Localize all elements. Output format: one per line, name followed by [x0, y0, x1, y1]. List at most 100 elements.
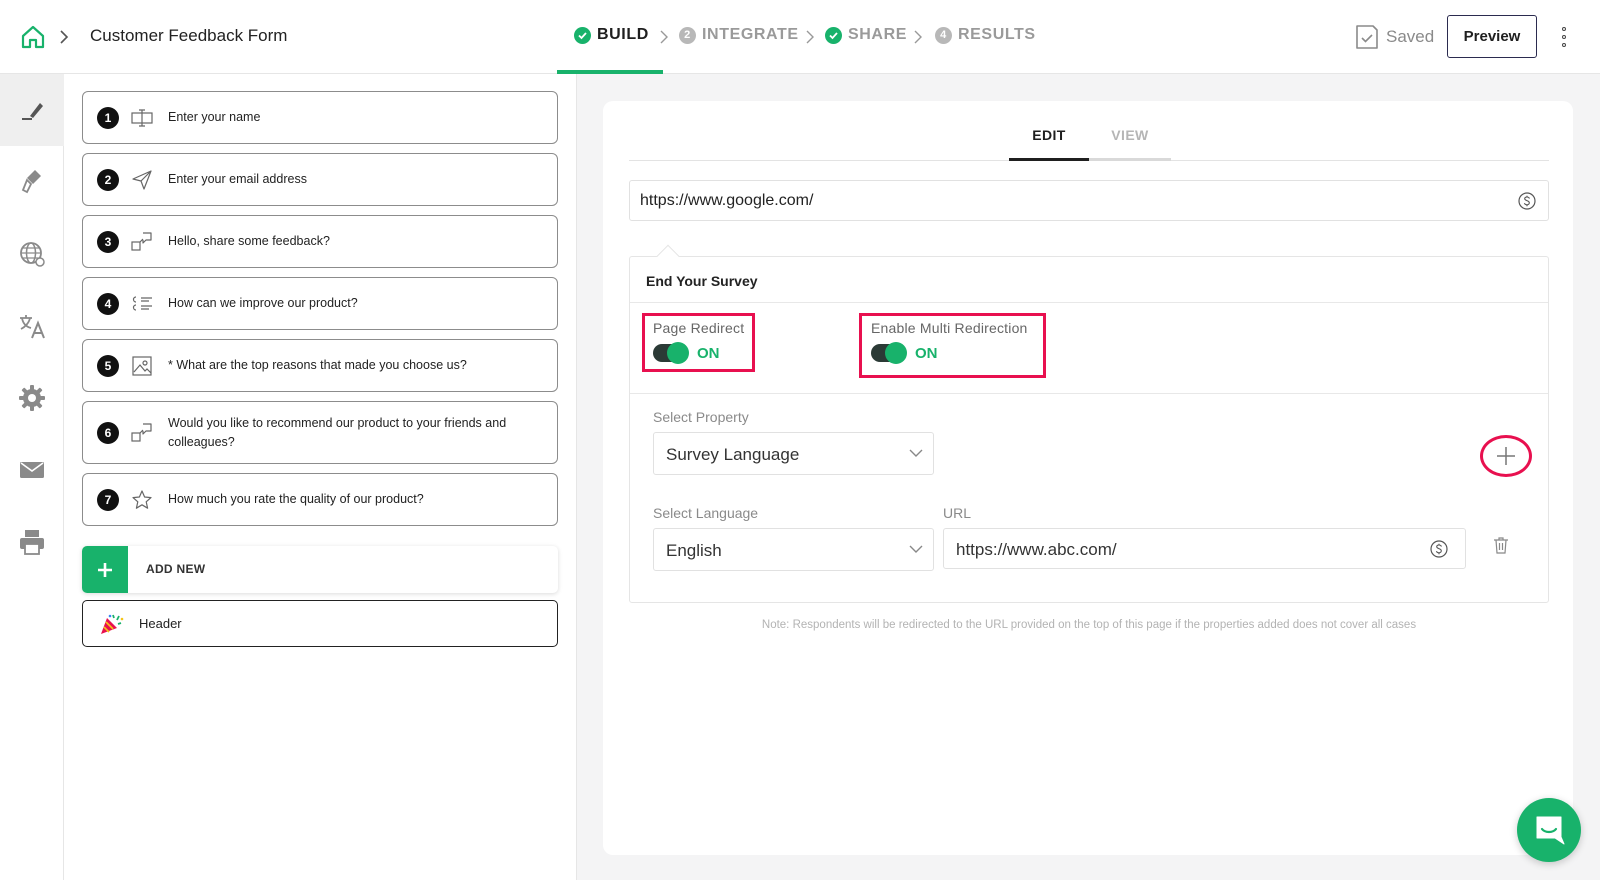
side-rail: [0, 74, 64, 880]
question-card[interactable]: 3 Hello, share some feedback?: [82, 215, 558, 268]
question-number: 1: [97, 107, 119, 129]
rail-print[interactable]: [0, 506, 64, 578]
question-number: 6: [97, 422, 119, 444]
question-number: 7: [97, 489, 119, 511]
select-language-label: Select Language: [653, 505, 759, 521]
rail-settings[interactable]: [0, 362, 64, 434]
form-title[interactable]: Customer Feedback Form: [90, 26, 287, 46]
tab-view[interactable]: VIEW: [1089, 127, 1171, 161]
language-url-input[interactable]: https://www.abc.com/: [943, 528, 1466, 569]
highlight-box: [859, 313, 1046, 378]
select-property-dropdown[interactable]: Survey Language: [653, 432, 934, 475]
redirect-url-value: https://www.google.com/: [640, 192, 814, 209]
question-card[interactable]: 5 * What are the top reasons that made y…: [82, 339, 558, 392]
chevron-right-icon: [660, 30, 668, 44]
star-icon: [132, 490, 152, 509]
chat-icon: [1536, 816, 1565, 845]
mail-icon: [20, 462, 44, 478]
step-number-badge: 4: [935, 26, 952, 44]
globe-icon: [20, 242, 45, 267]
end-survey-panel: End Your Survey Page Redirect ON Enable …: [629, 244, 1549, 603]
chevron-right-icon: [806, 30, 814, 44]
text-input-icon: [131, 109, 153, 127]
rail-web[interactable]: [0, 218, 64, 290]
saved-status: Saved: [1386, 27, 1435, 46]
variable-icon[interactable]: [1518, 192, 1536, 210]
rail-translate[interactable]: [0, 290, 64, 362]
step-number-badge: 2: [679, 26, 696, 44]
rail-edit[interactable]: [0, 74, 64, 146]
step-results-label: RESULTS: [958, 26, 1036, 43]
select-property-label: Select Property: [653, 409, 749, 425]
question-text: * What are the top reasons that made you…: [168, 358, 467, 372]
trash-icon[interactable]: [1493, 536, 1509, 554]
preview-button[interactable]: Preview: [1447, 15, 1537, 58]
question-number: 2: [97, 169, 119, 191]
caret-pointer: [656, 244, 680, 268]
chevron-down-icon: [909, 545, 923, 553]
settings-icon: [19, 385, 45, 411]
question-number: 3: [97, 231, 119, 253]
highlight-box: [642, 313, 755, 372]
url-label: URL: [943, 505, 972, 521]
edit-icon: [22, 103, 43, 120]
rail-design[interactable]: [0, 146, 64, 218]
question-number: 5: [97, 355, 119, 377]
chevron-right-icon: [914, 30, 922, 44]
select-language-dropdown[interactable]: English: [653, 528, 934, 571]
rail-email[interactable]: [0, 434, 64, 506]
language-url-value: https://www.abc.com/: [956, 540, 1117, 559]
step-build-label: BUILD: [597, 26, 649, 43]
divider: [630, 302, 1548, 303]
home-icon[interactable]: [20, 24, 46, 50]
question-list-panel: 1 Enter your name 2 Enter your email add…: [64, 74, 577, 880]
question-card[interactable]: 4 How can we improve our product?: [82, 277, 558, 330]
plus-icon: [82, 546, 128, 593]
step-share-label: SHARE: [848, 26, 908, 43]
party-popper-icon: [101, 614, 124, 634]
check-icon: [574, 26, 591, 44]
chat-support-button[interactable]: [1517, 798, 1581, 862]
end-screen-editor: EDIT VIEW https://www.google.com/ End Yo…: [603, 101, 1573, 855]
redirect-url-input[interactable]: https://www.google.com/: [629, 180, 1549, 221]
more-options-icon[interactable]: [1558, 27, 1570, 47]
header-item-label: Header: [139, 616, 182, 631]
add-property-button[interactable]: [1480, 435, 1532, 477]
send-icon: [132, 170, 152, 190]
tab-edit[interactable]: EDIT: [1009, 127, 1089, 161]
print-icon: [20, 530, 44, 555]
select-property-value: Survey Language: [666, 445, 800, 464]
step-integrate[interactable]: 2 INTEGRATE: [679, 26, 799, 44]
image-icon: [132, 356, 152, 376]
question-text: Hello, share some feedback?: [168, 234, 330, 248]
save-icon: [1356, 25, 1378, 49]
check-icon: [825, 26, 842, 44]
header-item[interactable]: Header: [82, 600, 558, 647]
question-card[interactable]: 1 Enter your name: [82, 91, 558, 144]
step-build[interactable]: BUILD: [574, 26, 649, 44]
question-card[interactable]: 7 How much you rate the quality of our p…: [82, 473, 558, 526]
top-bar: Customer Feedback Form BUILD 2 INTEGRATE…: [0, 0, 1600, 74]
divider: [630, 393, 1548, 394]
question-text: Enter your name: [168, 110, 261, 124]
question-card[interactable]: 2 Enter your email address: [82, 153, 558, 206]
question-number: 4: [97, 293, 119, 315]
feedback-icon: [131, 232, 152, 251]
question-text: Enter your email address: [168, 172, 307, 186]
step-share[interactable]: SHARE: [825, 26, 907, 44]
add-new-label: ADD NEW: [146, 562, 206, 576]
question-card[interactable]: 6 Would you like to recommend our produc…: [82, 401, 558, 464]
chevron-right-icon: [60, 30, 69, 44]
add-new-question-button[interactable]: ADD NEW: [82, 546, 558, 593]
step-results[interactable]: 4 RESULTS: [935, 26, 1036, 44]
translate-icon: [20, 315, 45, 339]
variable-icon[interactable]: [1430, 540, 1448, 558]
step-integrate-label: INTEGRATE: [702, 26, 799, 43]
redirect-note: Note: Respondents will be redirected to …: [761, 619, 1417, 631]
brush-icon: [21, 170, 41, 194]
feedback-icon: [131, 423, 152, 442]
select-language-value: English: [666, 541, 722, 560]
editor-tabs: EDIT VIEW: [629, 101, 1549, 161]
question-text: Would you like to recommend our product …: [168, 416, 507, 449]
end-survey-title: End Your Survey: [646, 273, 758, 289]
